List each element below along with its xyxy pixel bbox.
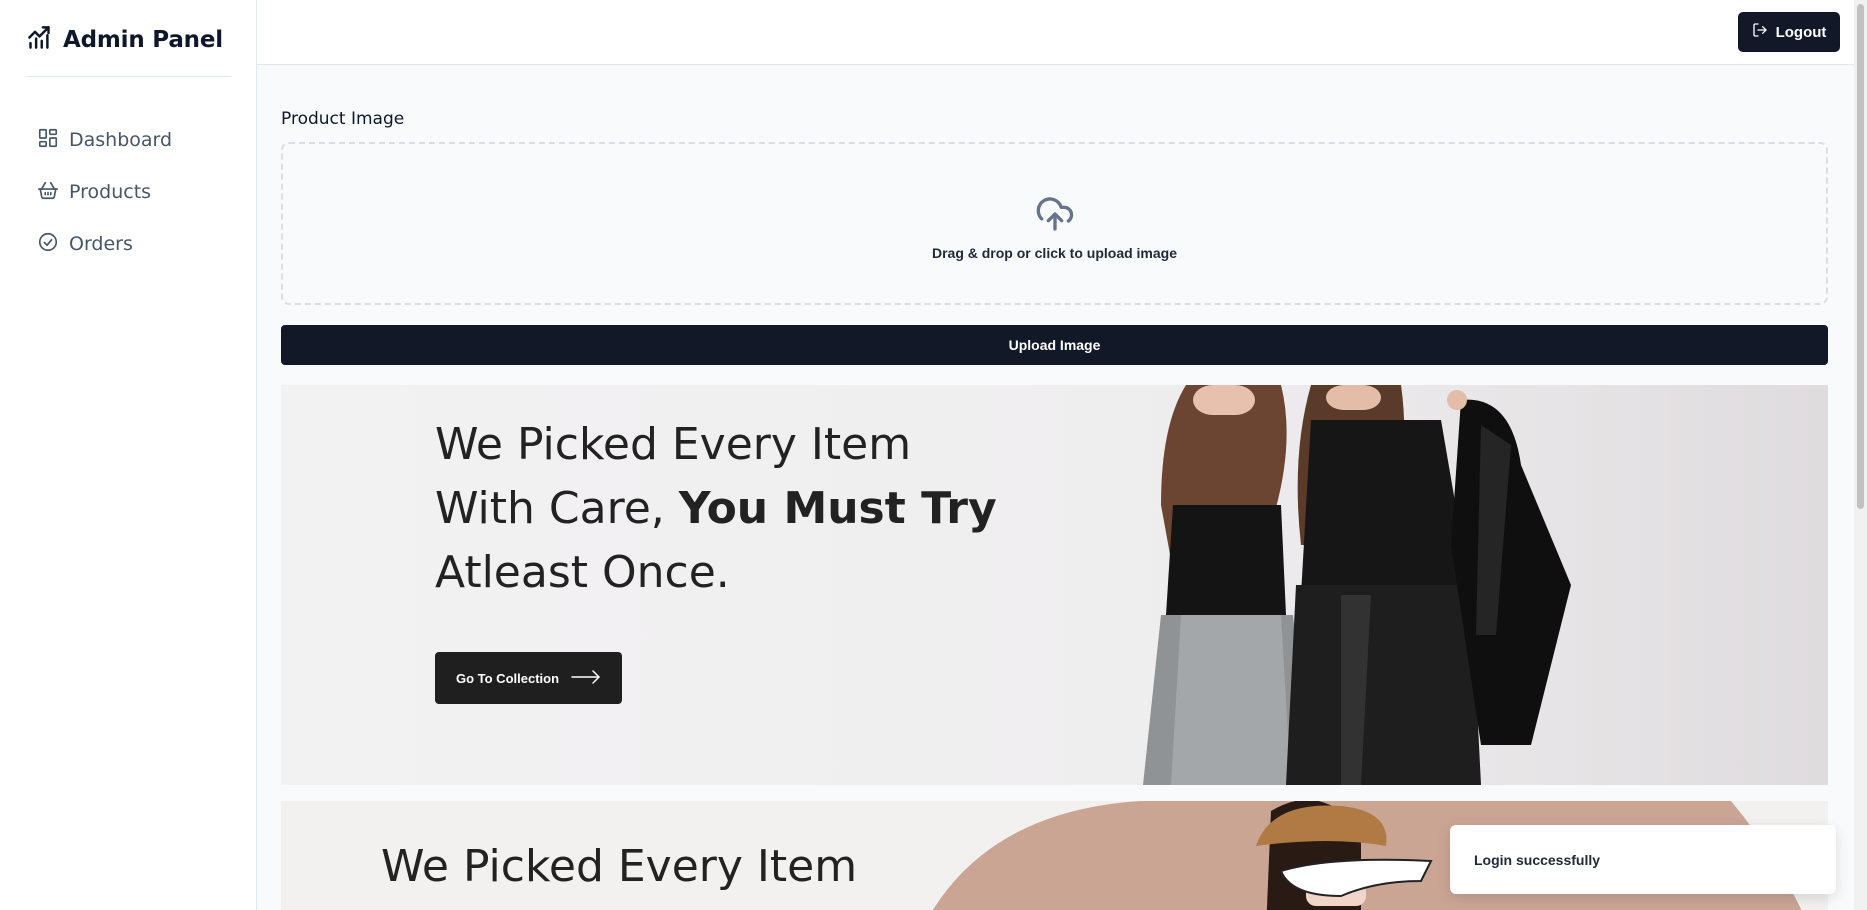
brand[interactable]: Admin Panel: [26, 24, 223, 56]
headline-line-1: We Picked Every Item: [435, 419, 912, 470]
banner2-headline: We Picked Every Item: [381, 841, 858, 892]
go-to-collection-button[interactable]: Go To Collection: [435, 652, 622, 704]
topbar: Logout: [257, 0, 1854, 65]
main-content: Product Image Drag & drop or click to up…: [257, 65, 1854, 910]
logout-label: Logout: [1775, 23, 1827, 41]
dropzone-text: Drag & drop or click to upload image: [931, 245, 1178, 261]
logout-icon: [1752, 22, 1768, 42]
sidebar-nav: Dashboard Products Orders: [37, 114, 172, 270]
product-image-label: Product Image: [281, 109, 405, 129]
sidebar-item-label: Dashboard: [69, 129, 173, 151]
upload-image-button[interactable]: Upload Image: [281, 325, 1828, 365]
arrow-right-icon: [571, 669, 601, 687]
headline-line-2: With Care, You Must Try: [435, 477, 997, 541]
brand-title: Admin Panel: [63, 27, 223, 53]
sidebar-item-orders[interactable]: Orders: [37, 218, 172, 270]
cta-label: Go To Collection: [455, 670, 560, 686]
basket-icon: [37, 179, 59, 206]
headline-line-3: Atleast Once.: [435, 547, 730, 598]
cloud-upload-icon: [1035, 194, 1075, 239]
image-dropzone[interactable]: Drag & drop or click to upload image: [281, 142, 1828, 305]
dashboard-grid-icon: [37, 127, 59, 154]
headline-line-2-regular: With Care,: [435, 483, 679, 534]
chart-line-icon: [26, 24, 53, 56]
sidebar: Admin Panel Dashboard Products Orders: [0, 0, 257, 910]
banner-headline: We Picked Every Item With Care, You Must…: [435, 413, 997, 605]
hero-banner: We Picked Every Item With Care, You Must…: [281, 385, 1828, 785]
sidebar-item-label: Orders: [69, 233, 133, 255]
sidebar-item-label: Products: [69, 181, 152, 203]
scrollbar-thumb[interactable]: [1857, 4, 1864, 509]
sidebar-item-dashboard[interactable]: Dashboard: [37, 114, 172, 166]
scrollbar[interactable]: [1854, 0, 1867, 910]
divider: [26, 76, 231, 77]
toast-message: Login successfully: [1474, 851, 1601, 868]
check-circle-icon: [37, 231, 59, 258]
headline-line-2-bold: You Must Try: [678, 483, 997, 534]
sidebar-item-products[interactable]: Products: [37, 166, 172, 218]
toast-notification: Login successfully: [1450, 825, 1836, 894]
logout-button[interactable]: Logout: [1738, 12, 1840, 52]
